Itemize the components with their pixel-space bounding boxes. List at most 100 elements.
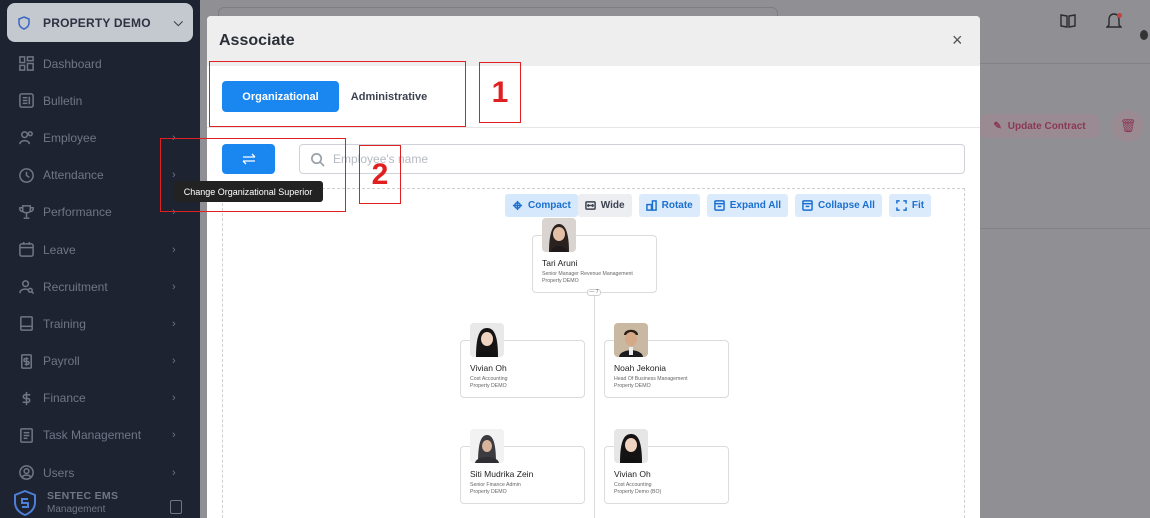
chevron-right-icon: › <box>172 392 176 405</box>
calendar-icon <box>19 241 34 257</box>
annotation-label-1: 1 <box>479 62 521 123</box>
chevron-right-icon: › <box>172 355 176 368</box>
avatar <box>614 323 648 357</box>
org-node[interactable]: Siti Mudrika Zein Senior Finance Admin P… <box>460 429 585 504</box>
sidebar-item-payroll[interactable]: Payroll › <box>0 343 200 380</box>
collapse-all-icon <box>802 200 813 211</box>
node-property: Property DEMO <box>470 382 507 389</box>
divider <box>980 63 1150 64</box>
training-icon <box>20 316 33 332</box>
sidebar-item-label: Recruitment <box>43 279 108 294</box>
sidebar-item-recruitment[interactable]: Recruitment › <box>0 268 200 305</box>
sidebar-item-label: Performance <box>43 205 112 220</box>
annotation-box-2 <box>160 138 346 212</box>
compact-button[interactable]: Compact <box>505 194 578 217</box>
sidebar-item-leave[interactable]: Leave › <box>0 231 200 268</box>
sidebar-item-label: Payroll <box>43 354 80 369</box>
chevron-right-icon: › <box>172 317 176 330</box>
sidebar: PROPERTY DEMO ⌵ Dashboard Bulletin Emplo… <box>0 0 200 518</box>
task-icon <box>20 428 33 443</box>
sidebar-item-finance[interactable]: Finance › <box>0 380 200 417</box>
node-name: Tari Aruni <box>542 258 578 268</box>
wide-label: Wide <box>600 200 625 211</box>
sidebar-item-bulletin[interactable]: Bulletin <box>0 82 200 119</box>
sidebar-item-training[interactable]: Training › <box>0 305 200 342</box>
divider <box>207 127 980 128</box>
brand-name: SENTEC EMS <box>47 490 119 502</box>
employee-icon <box>19 131 33 145</box>
sidebar-collapse-button[interactable] <box>170 500 182 514</box>
notification-dot <box>1117 13 1122 18</box>
rotate-button[interactable]: Rotate <box>638 194 700 217</box>
shield-icon <box>18 15 30 30</box>
node-property: Property DEMO <box>542 277 579 284</box>
fit-button[interactable]: Fit <box>888 194 932 217</box>
expand-all-button[interactable]: Expand All <box>706 194 789 217</box>
rotate-icon <box>645 200 657 211</box>
org-node[interactable]: Vivian Oh Cost Accounting Property DEMO <box>460 323 585 398</box>
sidebar-item-label: Attendance <box>43 168 104 183</box>
sidebar-item-task-management[interactable]: Task Management › <box>0 417 200 454</box>
org-node[interactable]: Vivian Oh Cost Accounting Property Demo … <box>604 429 729 504</box>
bulletin-icon <box>19 93 34 109</box>
chart-toolbar: Compact Wide Rotate Expand All Collapse … <box>505 194 932 217</box>
expand-all-icon <box>713 200 725 211</box>
rotate-label: Rotate <box>661 200 693 211</box>
update-contract-button: ✎ Update Contract <box>980 114 1099 138</box>
sidebar-item-label: Bulletin <box>43 93 83 108</box>
org-node[interactable]: Noah Jekonia Head Of Business Management… <box>604 323 729 398</box>
property-selector-label: PROPERTY DEMO <box>43 15 151 30</box>
property-selector[interactable]: PROPERTY DEMO ⌵ <box>7 3 193 42</box>
avatar <box>470 429 504 463</box>
dashboard-icon <box>19 56 34 71</box>
connector <box>594 293 595 518</box>
collapse-toggle[interactable]: — 7 <box>587 289 601 296</box>
brand-text: SENTEC EMS Management <box>47 490 118 516</box>
avatar <box>614 429 648 463</box>
chevron-right-icon: › <box>172 280 176 293</box>
chevron-right-icon: › <box>172 243 176 256</box>
node-property: Property Demo (BO) <box>614 488 662 495</box>
sidebar-item-dashboard[interactable]: Dashboard <box>0 45 200 82</box>
fit-label: Fit <box>911 200 925 211</box>
brand: SENTEC EMS Management <box>13 490 118 516</box>
sidebar-item-label: Task Management <box>43 428 142 443</box>
org-node[interactable]: Tari Aruni Senior Manager Revenue Manage… <box>532 218 657 293</box>
book-icon <box>1060 14 1076 28</box>
modal-header: Associate <box>207 16 980 66</box>
trash-icon: 🗑 <box>1112 110 1144 142</box>
sidebar-item-label: Employee <box>43 130 97 145</box>
avatar <box>470 323 504 357</box>
sidebar-item-label: Leave <box>43 242 76 257</box>
attendance-icon <box>19 167 34 183</box>
chevron-right-icon: › <box>172 429 176 442</box>
wide-button[interactable]: Wide <box>577 194 632 217</box>
expand-all-label: Expand All <box>729 200 782 211</box>
pencil-icon: ✎ <box>993 120 1002 132</box>
avatar <box>542 218 576 252</box>
org-chart[interactable]: Tari Aruni Senior Manager Revenue Manage… <box>222 188 965 518</box>
node-name: Vivian Oh <box>614 469 651 479</box>
sidebar-item-label: Dashboard <box>43 56 102 71</box>
sidebar-nav: Dashboard Bulletin Employee › Attendance… <box>0 45 200 491</box>
chevron-right-icon: › <box>172 466 176 479</box>
node-name: Vivian Oh <box>470 363 507 373</box>
sidebar-item-users[interactable]: Users › <box>0 454 200 491</box>
brand-subtitle: Management <box>47 504 106 515</box>
search-input[interactable] <box>333 152 933 166</box>
divider <box>980 228 1150 229</box>
sidebar-item-label: Finance <box>43 391 86 406</box>
close-icon[interactable]: × <box>952 31 963 49</box>
node-name: Noah Jekonia <box>614 363 666 373</box>
collapse-all-button[interactable]: Collapse All <box>795 194 882 217</box>
users-icon <box>19 465 34 481</box>
annotation-box-1 <box>209 61 466 127</box>
sidebar-item-label: Training <box>43 316 86 331</box>
logo-icon <box>14 490 36 516</box>
dollar-icon <box>22 391 31 405</box>
node-property: Property DEMO <box>614 382 651 389</box>
compact-label: Compact <box>528 200 571 211</box>
expand-horizontal-icon <box>584 201 596 210</box>
chevron-down-icon: ⌵ <box>173 15 183 29</box>
sidebar-item-label: Users <box>43 465 75 480</box>
